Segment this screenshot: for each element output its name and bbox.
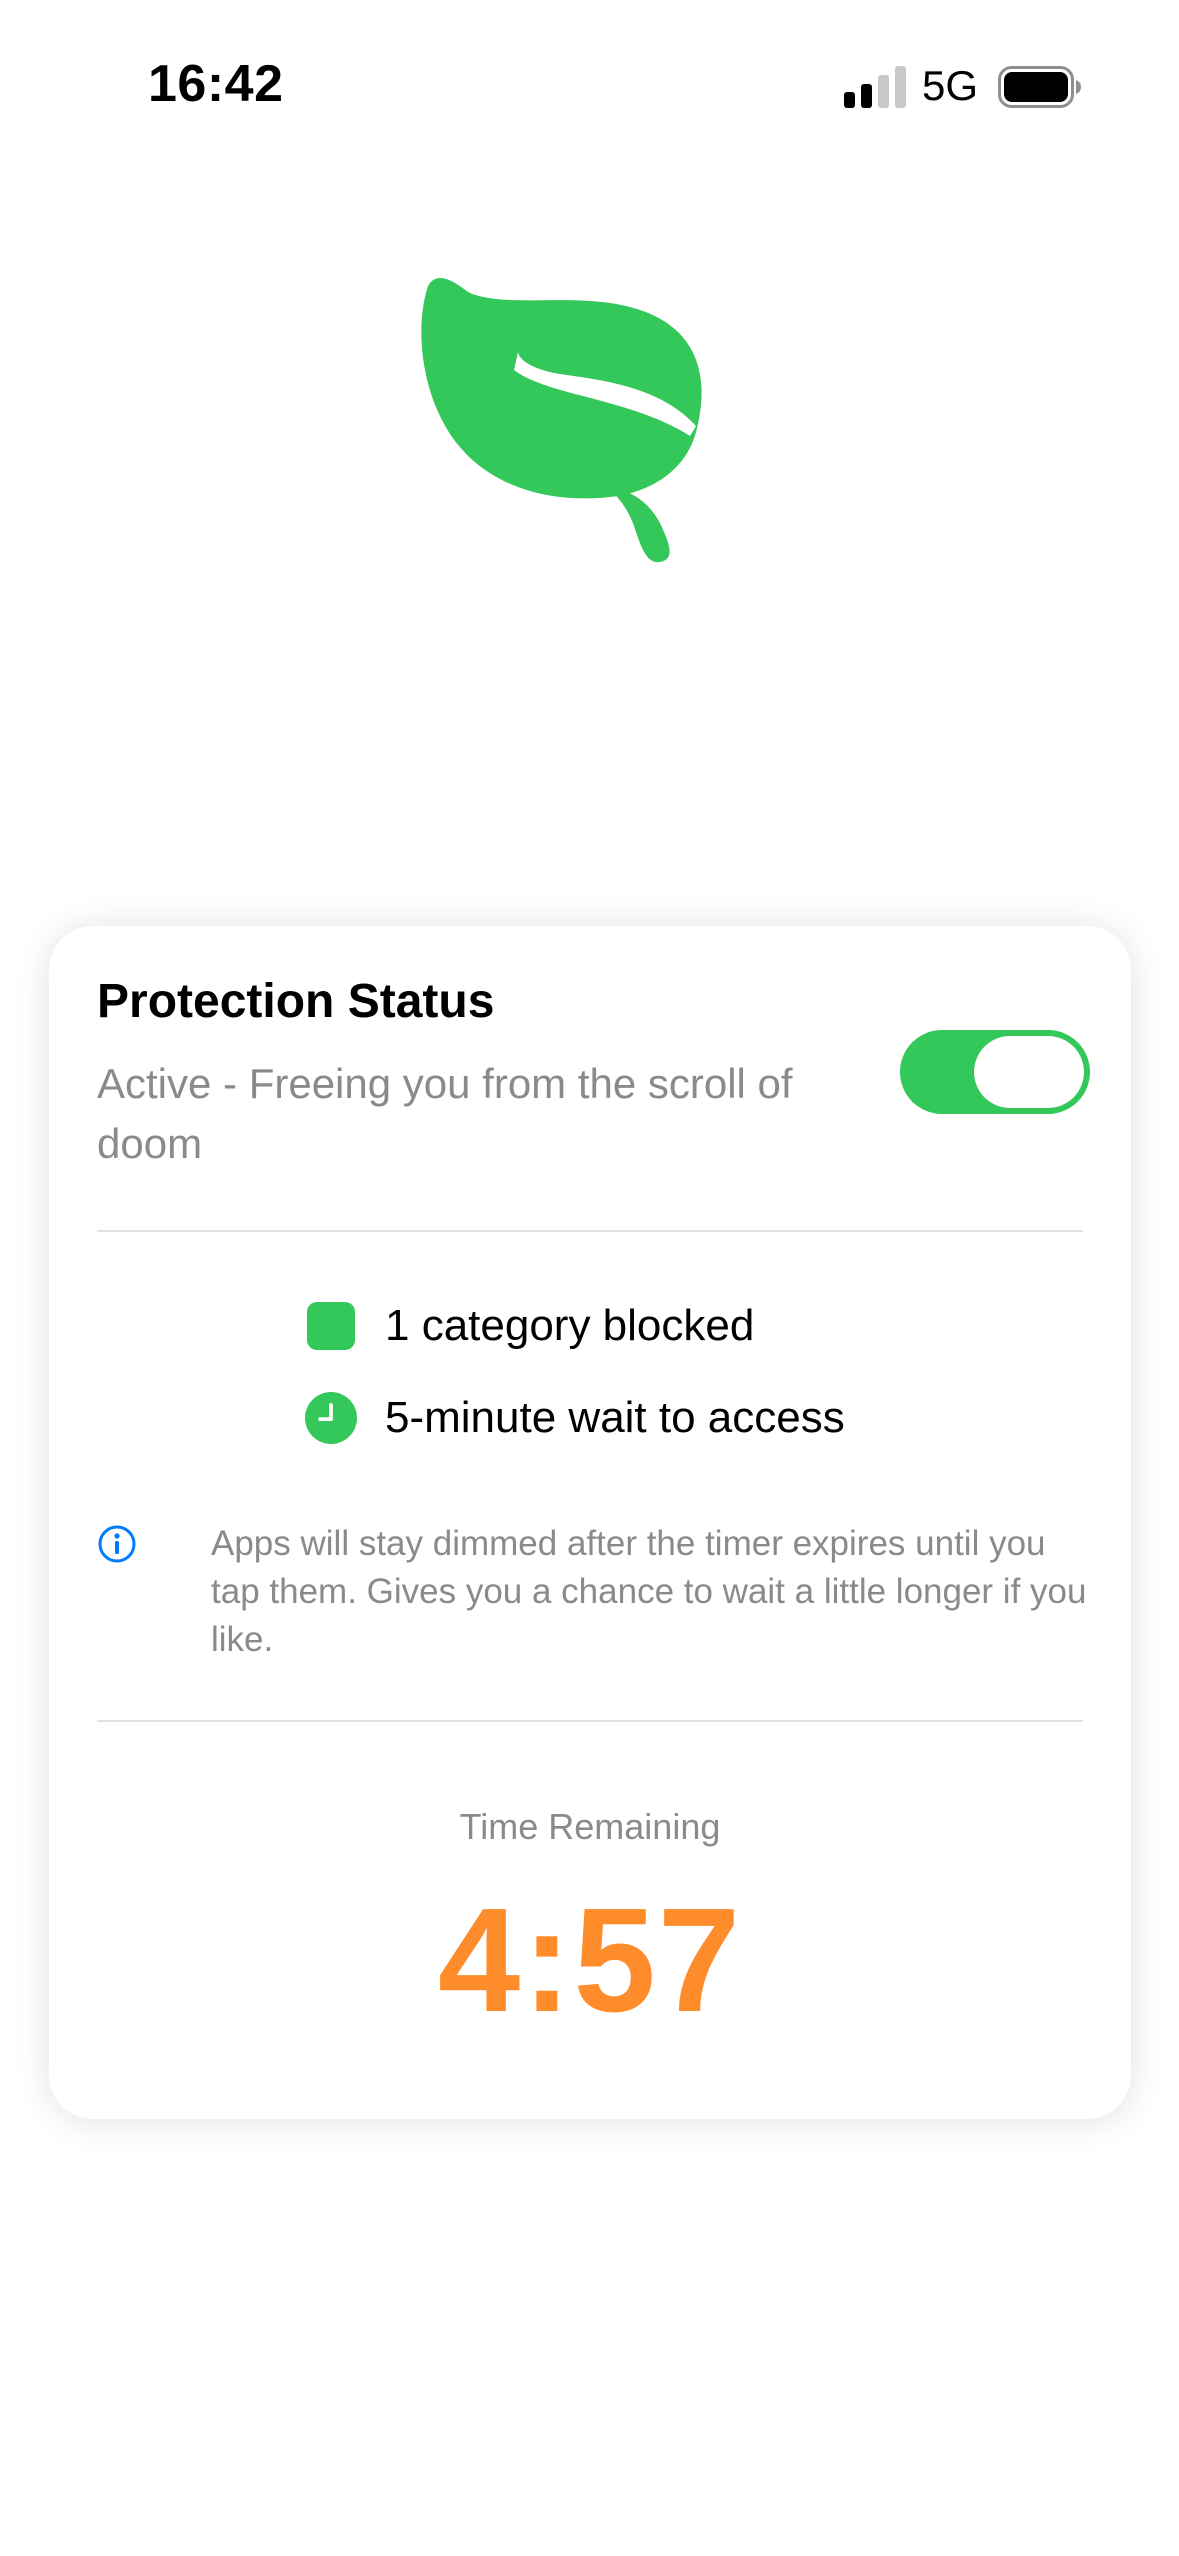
protection-card: Protection Status Active - Freeing you f… xyxy=(49,926,1131,2119)
time-remaining-value: 4:57 xyxy=(437,1878,743,2043)
network-type: 5G xyxy=(922,62,979,109)
leaf-icon xyxy=(421,278,702,563)
protection-toggle[interactable] xyxy=(900,1030,1090,1114)
divider xyxy=(97,1230,1083,1232)
protection-status-subtitle: Active - Freeing you from the scroll of … xyxy=(97,1060,793,1167)
status-bar: 16:42 5G xyxy=(0,0,1179,180)
time-remaining-label: Time Remaining xyxy=(459,1806,721,1847)
clock-icon xyxy=(305,1392,357,1444)
status-time: 16:42 xyxy=(148,55,284,113)
divider xyxy=(97,1720,1083,1722)
stat-label-categories: 1 category blocked xyxy=(385,1301,755,1350)
stat-row-wait: 5-minute wait to access xyxy=(305,1388,845,1448)
stat-label-wait: 5-minute wait to access xyxy=(385,1393,845,1442)
category-square-icon xyxy=(307,1302,355,1350)
toggle-knob xyxy=(974,1036,1084,1108)
protection-status-title: Protection Status xyxy=(97,975,495,1028)
battery-icon xyxy=(998,66,1081,108)
stat-row-categories: 1 category blocked xyxy=(307,1296,754,1356)
signal-icon xyxy=(844,66,906,108)
info-text: Apps will stay dimmed after the timer ex… xyxy=(211,1524,1087,1659)
info-icon xyxy=(98,1525,136,1563)
